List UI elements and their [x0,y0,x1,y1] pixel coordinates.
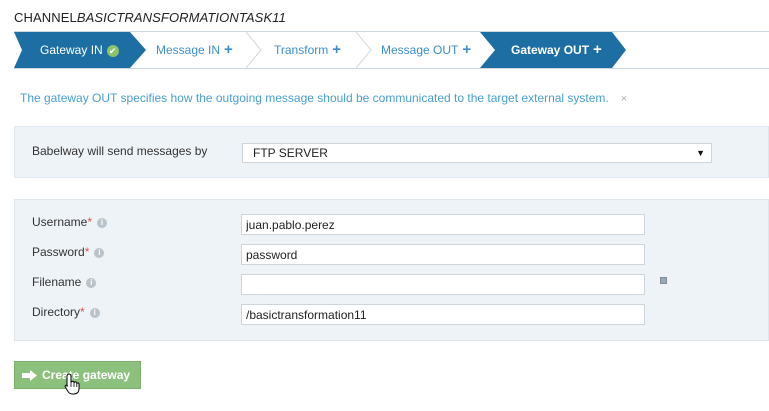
chevron-down-icon: ▼ [696,148,705,158]
wizard-step-label: Gateway IN [40,43,103,57]
filename-label: Filename i [32,275,97,289]
required-mark: * [80,305,85,319]
wizard-step-message-in[interactable]: Message IN + [146,32,246,68]
wizard-separator [356,32,372,68]
wizard-step-label: Gateway OUT [511,43,590,57]
filename-helper-icon[interactable] [660,277,667,284]
directory-label-text: Directory [32,305,81,319]
wizard-separator [246,32,262,68]
username-label: Username* i [32,215,108,229]
wizard-active-arrow [612,32,626,68]
wizard-separator [130,32,146,68]
send-method-selected-value: FTP SERVER [253,146,328,160]
wizard-step-label: Message OUT [381,43,459,57]
info-icon[interactable]: i [86,278,97,288]
info-icon[interactable]: i [94,248,105,258]
hand-cursor-icon [64,373,80,395]
wizard-steps: Gateway IN ✔ Message IN + Transform + Messa… [14,31,769,69]
wizard-step-message-out[interactable]: Message OUT + [372,32,486,68]
username-label-text: Username [32,215,88,229]
required-mark: * [87,215,93,229]
send-method-label: Babelway will send messages by [32,144,208,158]
wizard-step-transform[interactable]: Transform + [262,32,356,68]
directory-input[interactable] [241,304,645,325]
page-title: CHANNELBASICTRANSFORMATIONTASK11 [14,10,286,25]
plus-icon: + [593,41,602,58]
password-label-text: Password [32,245,85,259]
filename-input[interactable] [241,274,645,295]
info-icon[interactable]: i [89,308,100,318]
send-method-select[interactable]: FTP SERVER ▼ [242,143,712,163]
info-message: The gateway OUT specifies how the outgoi… [20,91,609,105]
wizard-step-label: Message IN [156,43,221,57]
page-title-prefix: CHANNEL [14,10,77,25]
filename-label-text: Filename [32,275,82,289]
arrow-right-icon [22,370,37,381]
wizard-step-gateway-out[interactable]: Gateway OUT + [496,32,612,68]
plus-icon: + [462,41,472,58]
password-input[interactable] [241,244,645,265]
info-icon[interactable]: i [97,218,108,228]
wizard-start-notch [14,32,22,68]
directory-label: Directory* i [32,305,100,319]
page-title-channel-name: BASICTRANSFORMATIONTASK11 [76,10,286,25]
wizard-separator [480,32,496,68]
create-gateway-label: Create gateway [42,368,131,382]
password-label: Password* i [32,245,105,259]
plus-icon: + [332,41,341,58]
wizard-step-gateway-in[interactable]: Gateway IN ✔ [14,32,130,68]
close-icon[interactable]: × [621,93,627,105]
plus-icon: + [224,41,233,58]
info-banner: The gateway OUT specifies how the outgoi… [20,91,627,105]
wizard-step-label: Transform [274,43,329,57]
check-icon: ✔ [106,44,119,57]
required-mark: * [84,245,90,259]
username-input[interactable] [241,214,645,235]
